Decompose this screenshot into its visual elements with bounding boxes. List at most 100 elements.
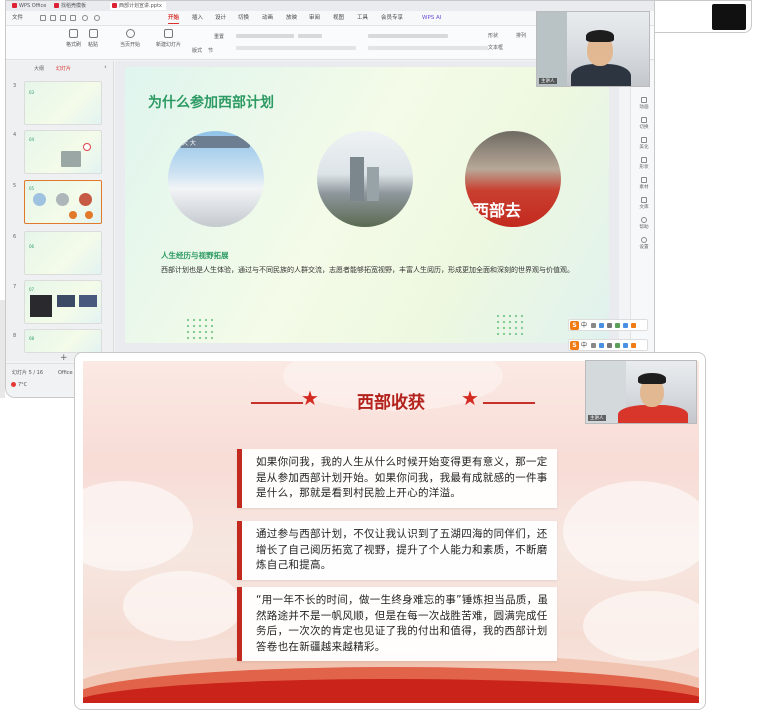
background-cloud	[583, 591, 699, 661]
webcam-name-tag: 主讲人	[539, 78, 557, 84]
ime-tools-icon[interactable]	[623, 343, 628, 348]
rail-label: 素材	[639, 185, 649, 190]
slide-body-text[interactable]: 西部计划也是人生体验，通过与不同民族的人群交流，志愿者能够拓宽视野，丰富人生阅历…	[161, 264, 591, 276]
menu-slideshow[interactable]: 放映	[286, 11, 297, 26]
slide-thumbnail-4[interactable]: 04	[24, 130, 102, 174]
ime-more-icon[interactable]	[631, 323, 636, 328]
menu-view[interactable]: 视图	[333, 11, 344, 26]
photo-snow-town[interactable]: 大 大	[168, 131, 264, 227]
print-icon[interactable]	[50, 15, 56, 21]
slide-canvas: 为什么参加西部计划 大 大 西部去 人生经历与视野拓展 西部计划也是人生体验，通…	[115, 61, 619, 353]
paste-button[interactable]: 粘贴	[88, 29, 98, 48]
thumb-action-icon[interactable]	[69, 211, 77, 219]
rail-animation[interactable]: 动画	[631, 97, 654, 110]
menu-tools[interactable]: 工具	[357, 11, 368, 26]
ime-tools-icon[interactable]	[623, 323, 628, 328]
export-icon[interactable]	[70, 15, 76, 21]
menu-wps-ai[interactable]: WPS AI	[422, 11, 441, 26]
slide-thumbnail-7[interactable]: 07	[24, 280, 102, 324]
background-cloud	[563, 481, 699, 581]
ime-skin-icon[interactable]	[615, 323, 620, 328]
redo-icon[interactable]	[94, 15, 100, 21]
window-tab-template[interactable]: 找稻壳模板	[52, 2, 86, 10]
ime-voice-icon[interactable]	[599, 343, 604, 348]
paragraph-buttons[interactable]	[368, 34, 448, 38]
slide-thumbnail-panel: 大纲 幻灯片 ‹ 3 03 4 04 5 05 6 06 7 07 8 08	[6, 61, 114, 361]
photo-city-skyline[interactable]	[317, 131, 413, 227]
thumb-label: 04	[29, 137, 35, 142]
input-method-toolbar-secondary[interactable]: S 中	[568, 339, 648, 351]
text-card[interactable]: 如果你问我，我的人生从什么时候开始变得更有意义，那一定是从参加西部计划开始。如果…	[237, 449, 557, 508]
ime-voice-icon[interactable]	[599, 323, 604, 328]
banner-text: 西部去	[473, 201, 522, 220]
add-slide-button[interactable]: +	[60, 353, 68, 363]
current-slide[interactable]: 为什么参加西部计划 大 大 西部去 人生经历与视野拓展 西部计划也是人生体验，通…	[125, 67, 609, 343]
menu-file[interactable]: 文件	[12, 11, 23, 26]
ime-keyboard-icon[interactable]	[607, 323, 612, 328]
presenter-hair	[638, 373, 666, 384]
ime-keyboard-icon[interactable]	[607, 343, 612, 348]
font-size-select[interactable]	[298, 34, 322, 38]
menu-transition[interactable]: 切换	[238, 11, 249, 26]
preview-icon[interactable]	[60, 15, 66, 21]
play-from-current-button[interactable]: 当页开始	[120, 29, 140, 48]
slide-thumbnail-6[interactable]: 06	[24, 231, 102, 275]
rail-library[interactable]: 文库	[631, 197, 654, 210]
rail-assets[interactable]: 素材	[631, 177, 654, 190]
menu-review[interactable]: 审阅	[309, 11, 320, 26]
rail-label: 帮助	[639, 225, 649, 230]
window-tab-document[interactable]: 西部计划宣讲.pptx	[110, 2, 166, 10]
undo-icon[interactable]	[82, 15, 88, 21]
rail-label: 动画	[639, 105, 649, 110]
reset-button[interactable]: 重置	[214, 33, 224, 40]
ime-more-icon[interactable]	[631, 343, 636, 348]
shape-button[interactable]: 形状	[488, 32, 498, 39]
font-style-buttons[interactable]	[236, 46, 356, 50]
thumb-number: 4	[13, 132, 17, 138]
ime-logo-icon: S	[570, 341, 579, 350]
collapse-panel-icon[interactable]: ‹	[104, 63, 107, 71]
menu-insert[interactable]: 插入	[192, 11, 203, 26]
slide-title[interactable]: 为什么参加西部计划	[148, 92, 274, 112]
transition-icon	[641, 117, 647, 123]
font-family-select[interactable]	[236, 34, 294, 38]
slide-subheading[interactable]: 人生经历与视野拓展	[161, 250, 229, 261]
rail-transition[interactable]: 切换	[631, 117, 654, 130]
tab-outline[interactable]: 大纲	[34, 65, 44, 72]
rail-settings[interactable]: 设置	[631, 237, 654, 250]
layout-button[interactable]: 版式	[192, 47, 202, 54]
arrange-button[interactable]: 排列	[516, 32, 526, 39]
menu-home[interactable]: 开始	[168, 11, 180, 26]
webcam-window-bg	[537, 12, 567, 86]
slide-thumbnail-8[interactable]: 08	[24, 329, 102, 353]
thumb-label: 07	[29, 287, 35, 292]
save-icon[interactable]	[40, 15, 46, 21]
rail-shape[interactable]: 形状	[631, 157, 654, 170]
menu-design[interactable]: 设计	[215, 11, 226, 26]
text-card[interactable]: “用一年不长的时间，做一生终身难忘的事”锤炼担当品质，虽然路途并不是一帆风顺，但…	[237, 587, 557, 662]
new-slide-button[interactable]: 新建幻灯片	[156, 29, 181, 48]
slide-thumbnail-3[interactable]: 03	[24, 81, 102, 125]
text-card[interactable]: 通过参与西部计划，不仅让我认识到了五湖四海的同伴们，还增长了自己阅历拓宽了视野，…	[237, 521, 557, 580]
ime-skin-icon[interactable]	[615, 343, 620, 348]
photo-volunteers[interactable]: 西部去	[465, 131, 561, 227]
menu-animation[interactable]: 动画	[262, 11, 273, 26]
menu-member[interactable]: 会员专享	[381, 11, 403, 26]
ime-punct-icon[interactable]	[591, 323, 596, 328]
rail-help[interactable]: 帮助	[631, 217, 654, 230]
background-window-edge	[0, 300, 5, 398]
title-rule-right	[483, 402, 535, 404]
format-painter-button[interactable]: 格式刷	[66, 29, 81, 48]
alignment-buttons[interactable]	[368, 46, 488, 50]
decorative-dots	[495, 313, 523, 337]
textbox-button[interactable]: 文本框	[488, 44, 503, 51]
tab-slides[interactable]: 幻灯片	[56, 65, 71, 72]
ime-punct-icon[interactable]	[591, 343, 596, 348]
slide-thumbnail-5[interactable]: 05	[24, 180, 102, 224]
thumb-label: 05	[29, 186, 35, 191]
section-button[interactable]: 节	[208, 47, 213, 54]
thumb-action-icon[interactable]	[85, 211, 93, 219]
input-method-toolbar[interactable]: S 中	[568, 319, 648, 331]
rail-beautify[interactable]: 美化	[631, 137, 654, 150]
window-tab-wps[interactable]: WPS Office	[10, 2, 46, 10]
